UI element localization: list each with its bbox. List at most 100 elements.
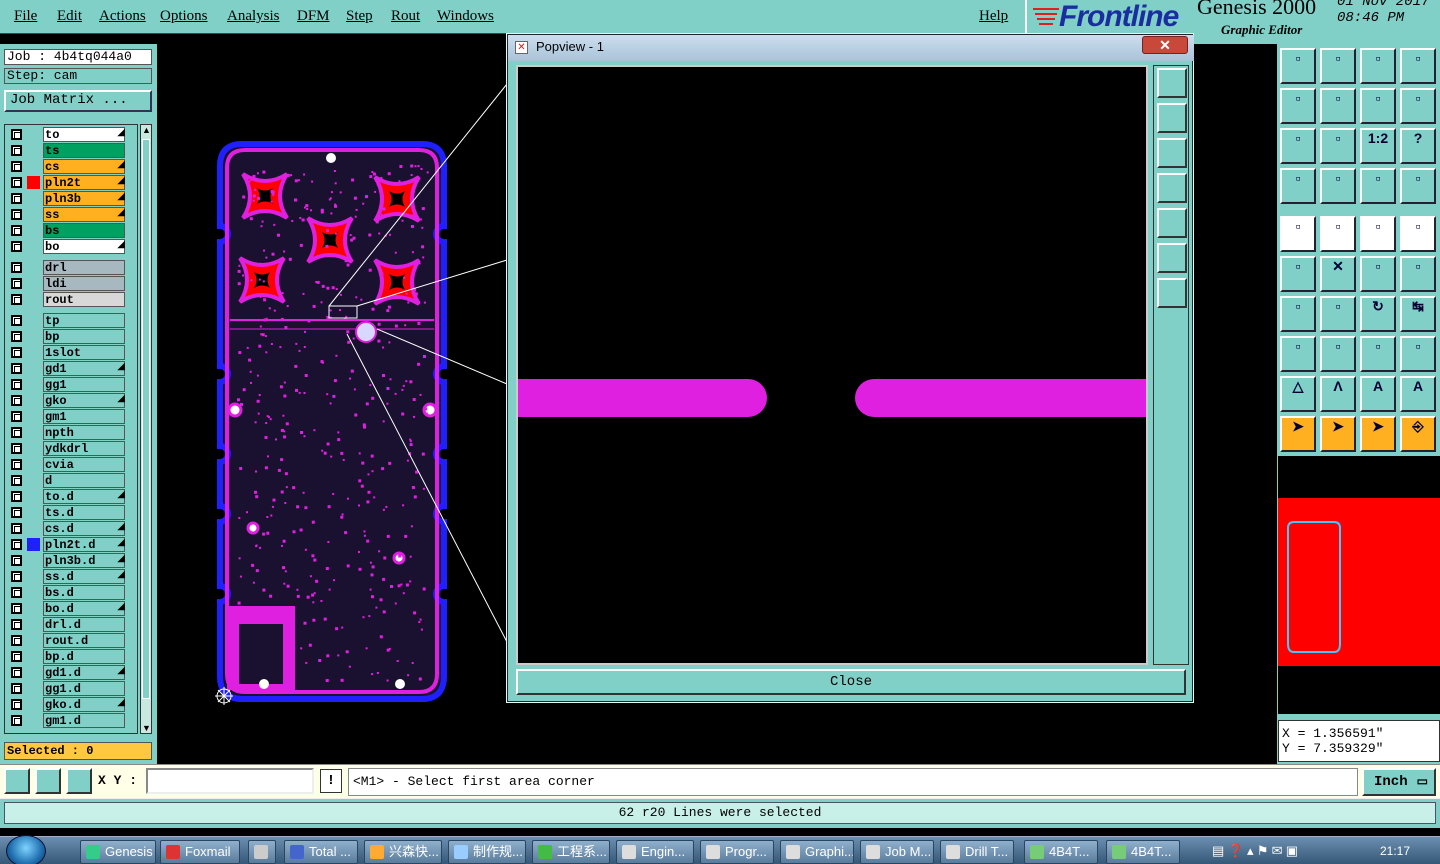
layer-name[interactable]: bp [43, 329, 125, 344]
layer-row[interactable]: bp [7, 329, 137, 344]
taskbar-item[interactable]: Total ... [284, 840, 358, 864]
job-matrix-button[interactable]: Job Matrix ... [4, 90, 152, 112]
layer-checkbox[interactable] [11, 347, 22, 358]
grid-icon[interactable]: ▫ [1320, 168, 1356, 204]
taskbar-item[interactable]: Job M... [860, 840, 934, 864]
layer-row[interactable]: drl [7, 260, 137, 275]
home-icon[interactable]: ▫ [1360, 48, 1396, 84]
snap-mode-icon[interactable] [4, 768, 30, 794]
taskbar-item[interactable]: Foxmail [160, 840, 240, 864]
pan-left-icon[interactable] [1157, 173, 1187, 203]
zoom-home-icon[interactable] [1157, 68, 1187, 98]
layer-name[interactable]: pln3b.d [43, 553, 125, 568]
layer-row[interactable]: 1slot [7, 345, 137, 360]
layer-name[interactable]: ts [43, 143, 125, 158]
layer-name[interactable]: bp.d [43, 649, 125, 664]
layer-checkbox[interactable] [11, 193, 22, 204]
area-icon[interactable]: ▫ [1400, 216, 1436, 252]
menu-step[interactable]: Step [346, 8, 373, 25]
layer-checkbox[interactable] [11, 145, 22, 156]
layer-checkbox[interactable] [11, 539, 22, 550]
layer-checkbox[interactable] [11, 443, 22, 454]
layer-name[interactable]: drl.d [43, 617, 125, 632]
layer-row[interactable]: gm1 [7, 409, 137, 424]
layer-row[interactable]: gd1.d ◢ [7, 665, 137, 680]
layer-checkbox[interactable] [11, 161, 22, 172]
scroll-up-icon[interactable]: ▲ [142, 125, 151, 135]
popview-close-button[interactable]: Close [516, 669, 1186, 695]
layer-name[interactable]: drl [43, 260, 125, 275]
select-icon[interactable]: ➤ [1280, 416, 1316, 452]
layer-row[interactable]: cs ◢ [7, 159, 137, 174]
open-job-icon[interactable]: ▫ [1280, 48, 1316, 84]
layer-checkbox[interactable] [11, 603, 22, 614]
layer-name[interactable]: pln2t [43, 175, 125, 190]
layer-row[interactable]: gm1.d [7, 713, 137, 728]
layer-checkbox[interactable] [11, 241, 22, 252]
measure-mode-icon[interactable] [35, 768, 61, 794]
flip-icon[interactable]: ▫ [1360, 88, 1396, 124]
layer-name[interactable]: npth [43, 425, 125, 440]
feature-icon[interactable]: ▫ [1280, 216, 1316, 252]
layer-checkbox[interactable] [11, 209, 22, 220]
text-icon[interactable]: ↹ [1400, 296, 1436, 332]
layer-checkbox[interactable] [11, 379, 22, 390]
layer-checkbox[interactable] [11, 177, 22, 188]
layer-name[interactable]: gm1 [43, 409, 125, 424]
angle-icon[interactable]: ▫ [1280, 296, 1316, 332]
layer-name[interactable]: 1slot [43, 345, 125, 360]
layer-name[interactable]: ss [43, 207, 125, 222]
pan-down-icon[interactable] [1157, 138, 1187, 168]
layer-name[interactable]: bs.d [43, 585, 125, 600]
layer-checkbox[interactable] [11, 635, 22, 646]
layer-checkbox[interactable] [11, 715, 22, 726]
layers-alt-icon[interactable]: ▫ [1400, 168, 1436, 204]
layer-name[interactable]: gg1.d [43, 681, 125, 696]
tray-icons[interactable]: ▤ ❓ ▴ ⚑ ✉ ▣ [1212, 843, 1298, 859]
layer-checkbox[interactable] [11, 667, 22, 678]
popview-canvas[interactable] [516, 65, 1148, 665]
step-icon[interactable]: ▫ [1400, 88, 1436, 124]
layer-row[interactable]: d [7, 473, 137, 488]
taskbar-item[interactable] [248, 840, 276, 864]
layer-checkbox[interactable] [11, 294, 22, 305]
layer-checkbox[interactable] [11, 555, 22, 566]
layer-row[interactable]: ts.d [7, 505, 137, 520]
window-icon[interactable]: ▫ [1400, 48, 1436, 84]
layer-checkbox[interactable] [11, 331, 22, 342]
layer-row[interactable]: bs [7, 223, 137, 238]
layer-name[interactable]: rout.d [43, 633, 125, 648]
layer-name[interactable]: cvia [43, 457, 125, 472]
layer-row[interactable]: to.d ◢ [7, 489, 137, 504]
layer-row[interactable]: pln2t.d ◢ [7, 537, 137, 552]
taskbar-item[interactable]: 4B4T... [1024, 840, 1098, 864]
layer-checkbox[interactable] [11, 363, 22, 374]
layer-checkbox[interactable] [11, 395, 22, 406]
pad-icon[interactable]: ▫ [1280, 336, 1316, 372]
layer-checkbox[interactable] [11, 651, 22, 662]
layer-checkbox[interactable] [11, 619, 22, 630]
layer-checkbox[interactable] [11, 411, 22, 422]
layer-name[interactable]: cs [43, 159, 125, 174]
shape-icon[interactable]: A [1360, 376, 1396, 412]
layer-row[interactable]: cvia [7, 457, 137, 472]
center-icon[interactable]: ▫ [1320, 128, 1356, 164]
menu-help[interactable]: Help [979, 8, 1008, 25]
layer-name[interactable]: to.d [43, 489, 125, 504]
layer-row[interactable]: tp [7, 313, 137, 328]
taskbar-item[interactable]: Genesis [80, 840, 156, 864]
connect-icon[interactable]: ▫ [1360, 256, 1396, 292]
taskbar-item[interactable]: 4B4T... [1106, 840, 1180, 864]
layer-checkbox[interactable] [11, 427, 22, 438]
layer-checkbox[interactable] [11, 491, 22, 502]
rotate-icon[interactable]: ↻ [1360, 296, 1396, 332]
start-button[interactable] [6, 835, 46, 864]
layer-checkbox[interactable] [11, 571, 22, 582]
trace-icon[interactable]: ▫ [1320, 336, 1356, 372]
mirror-icon[interactable]: A [1400, 376, 1436, 412]
menu-actions[interactable]: Actions [99, 8, 146, 25]
layer-row[interactable]: pln2t ◢ [7, 175, 137, 190]
zoom-out-icon[interactable] [1157, 278, 1187, 308]
polygon-icon[interactable]: Ʌ [1320, 376, 1356, 412]
select-box-icon[interactable]: ➤ [1320, 416, 1356, 452]
